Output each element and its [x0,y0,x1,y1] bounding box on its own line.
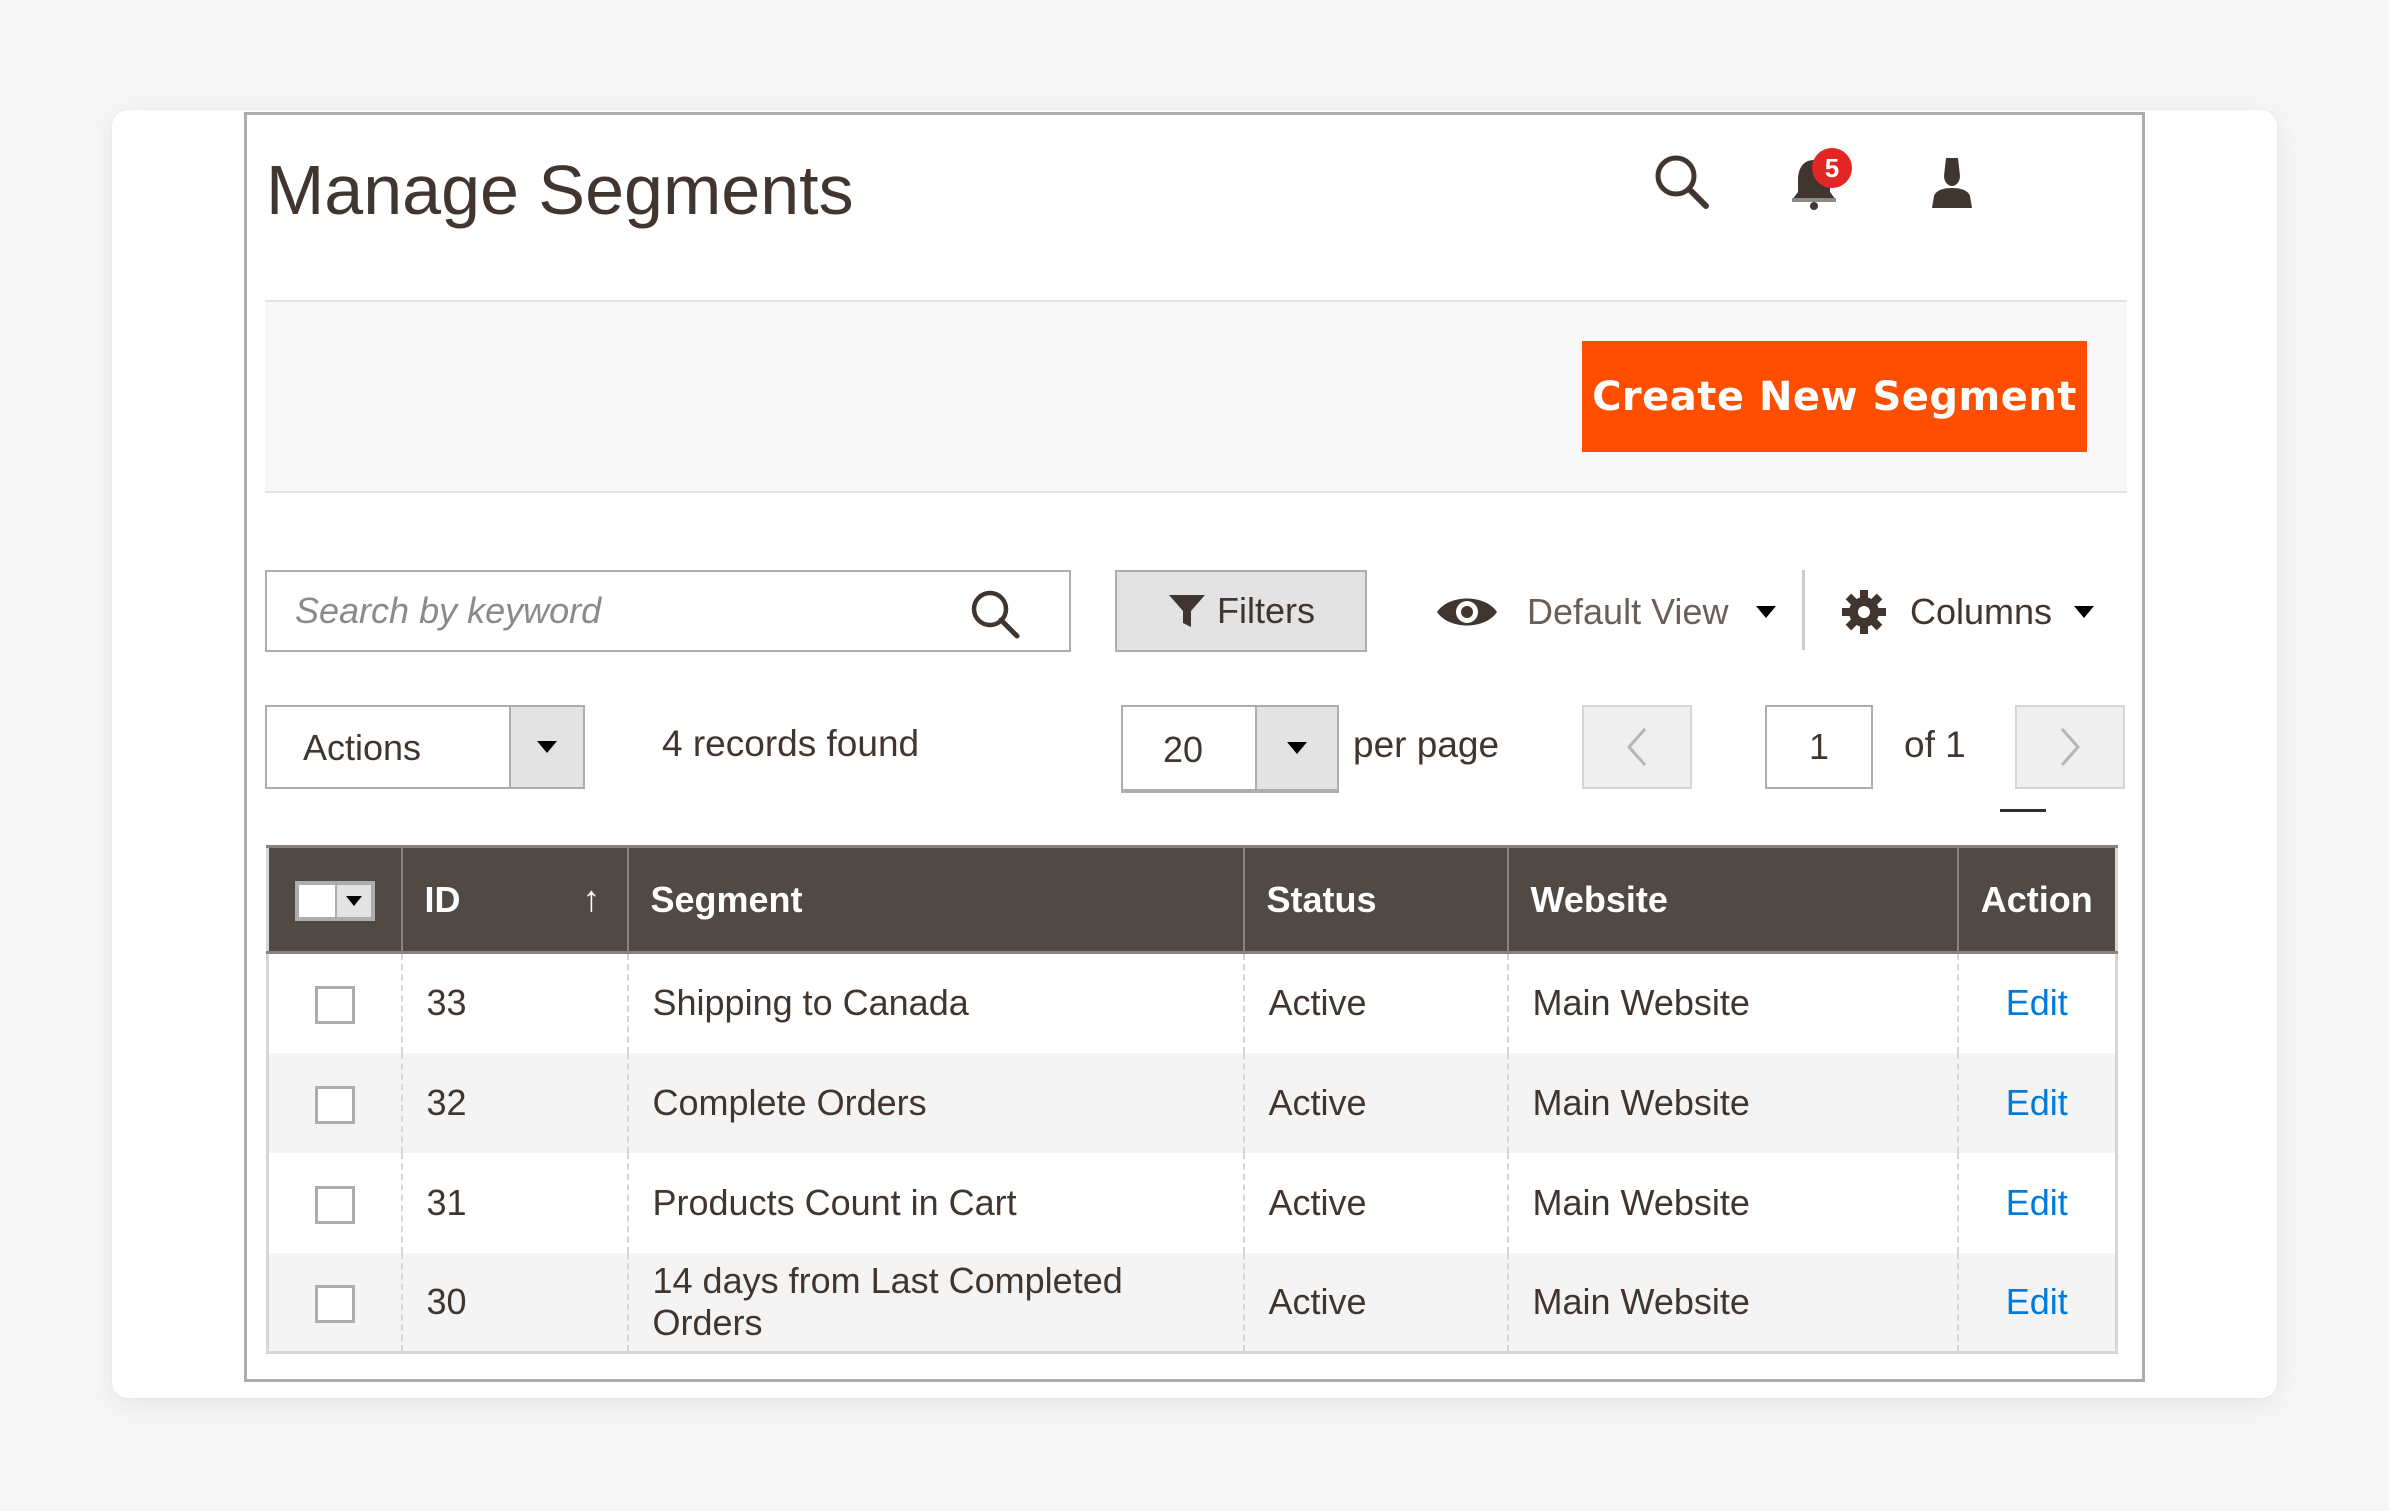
mass-select-checkbox[interactable] [294,881,375,922]
cell-id: 32 [400,1052,629,1153]
cell-status: Active [1242,952,1509,1053]
gear-icon [1842,590,1886,634]
user-icon [1932,158,1972,208]
column-label: Action [1980,878,2093,920]
dropdown-toggle[interactable] [509,707,583,787]
chevron-right-icon [2060,728,2081,766]
search-input[interactable] [267,572,1069,650]
cell-action: Edit [1956,952,2117,1053]
column-header-id[interactable]: ID ↑ [400,845,629,954]
table-row: 31 Products Count in Cart Active Main We… [267,1152,2117,1253]
account-button[interactable] [1920,150,1984,214]
search-icon [1655,155,1709,209]
cell-status: Active [1242,1152,1509,1253]
column-header-segment[interactable]: Segment [626,845,1245,954]
cell-id: 31 [400,1152,629,1253]
per-page-label: per page [1353,724,1500,765]
cell-select [267,1252,403,1353]
search-icon[interactable] [967,586,1023,642]
eye-icon [1437,598,1497,626]
mass-actions-label: Actions [303,727,422,768]
grid-header-row: ID ↑ Segment Status Website Action [267,845,2117,954]
table-row: 30 14 days from Last Completed Orders Ac… [267,1252,2117,1353]
chevron-down-icon [2074,606,2095,618]
cell-action: Edit [1956,1052,2117,1153]
chevron-down-icon [537,741,557,753]
table-row: 33 Shipping to Canada Active Main Websit… [267,952,2117,1053]
dropdown-toggle[interactable] [1255,707,1337,789]
cell-segment: Products Count in Cart [626,1152,1245,1253]
next-page-button[interactable] [2015,705,2125,789]
edit-link[interactable]: Edit [2006,1082,2068,1123]
toolbar-divider [1802,570,1805,650]
view-switcher[interactable]: Default View [1435,580,1777,644]
chevron-down-icon [1287,742,1307,754]
cell-id: 33 [400,952,629,1053]
cell-id: 30 [400,1252,629,1353]
filters-button[interactable]: Filters [1115,570,1367,652]
cell-website: Main Website [1506,1052,1959,1153]
columns-control[interactable]: Columns [1840,580,2095,644]
chevron-down-icon [1756,606,1777,618]
row-checkbox[interactable] [314,1284,355,1323]
previous-page-button[interactable] [1582,705,1692,789]
columns-label: Columns [1910,591,2053,632]
global-search-button[interactable] [1650,150,1714,214]
column-header-select [267,845,403,954]
segments-grid: ID ↑ Segment Status Website Action 33 Sh… [266,845,2118,1354]
column-header-website[interactable]: Website [1506,845,1959,954]
page-indicator-underline [2000,809,2046,812]
column-header-status[interactable]: Status [1242,845,1509,954]
edit-link[interactable]: Edit [2006,1182,2068,1223]
funnel-icon [1169,595,1205,627]
row-checkbox[interactable] [314,1185,355,1224]
chevron-left-icon [1626,728,1647,766]
column-label: Status [1266,878,1377,920]
cell-select [267,1152,403,1253]
cell-segment: 14 days from Last Completed Orders [626,1252,1245,1353]
row-checkbox[interactable] [314,986,355,1025]
cell-status: Active [1242,1052,1509,1153]
table-row: 32 Complete Orders Active Main Website E… [267,1052,2117,1153]
edit-link[interactable]: Edit [2006,982,2068,1023]
edit-link[interactable]: Edit [2006,1281,2068,1322]
cell-status: Active [1242,1252,1509,1353]
cell-website: Main Website [1506,1152,1959,1253]
cell-website: Main Website [1506,952,1959,1053]
current-page-input[interactable] [1765,705,1873,789]
view-label: Default View [1527,591,1729,632]
column-label: Segment [650,878,803,920]
cell-select [267,952,403,1053]
cell-segment: Complete Orders [626,1052,1245,1153]
total-pages: of 1 [1904,724,1966,765]
chevron-down-icon [345,896,362,907]
column-label: Website [1530,878,1668,920]
create-new-segment-button[interactable]: Create New Segment [1582,341,2087,452]
notification-badge: 5 [1812,148,1852,188]
cell-action: Edit [1956,1152,2117,1253]
row-checkbox[interactable] [314,1085,355,1124]
page-title: Manage Segments [266,151,854,229]
records-found: 4 records found [662,723,920,764]
column-header-action: Action [1956,845,2117,954]
per-page-select[interactable]: 20 [1121,705,1339,793]
keyword-search [265,570,1071,652]
sort-ascending-icon: ↑ [582,878,601,919]
filters-label: Filters [1217,590,1315,631]
mass-select-toggle[interactable] [334,885,371,918]
cell-select [267,1052,403,1153]
cell-segment: Shipping to Canada [626,952,1245,1053]
column-label: ID [424,878,461,920]
cell-action: Edit [1956,1252,2117,1353]
per-page-value: 20 [1163,729,1204,770]
mass-actions-dropdown[interactable]: Actions [265,705,585,789]
cell-website: Main Website [1506,1252,1959,1353]
